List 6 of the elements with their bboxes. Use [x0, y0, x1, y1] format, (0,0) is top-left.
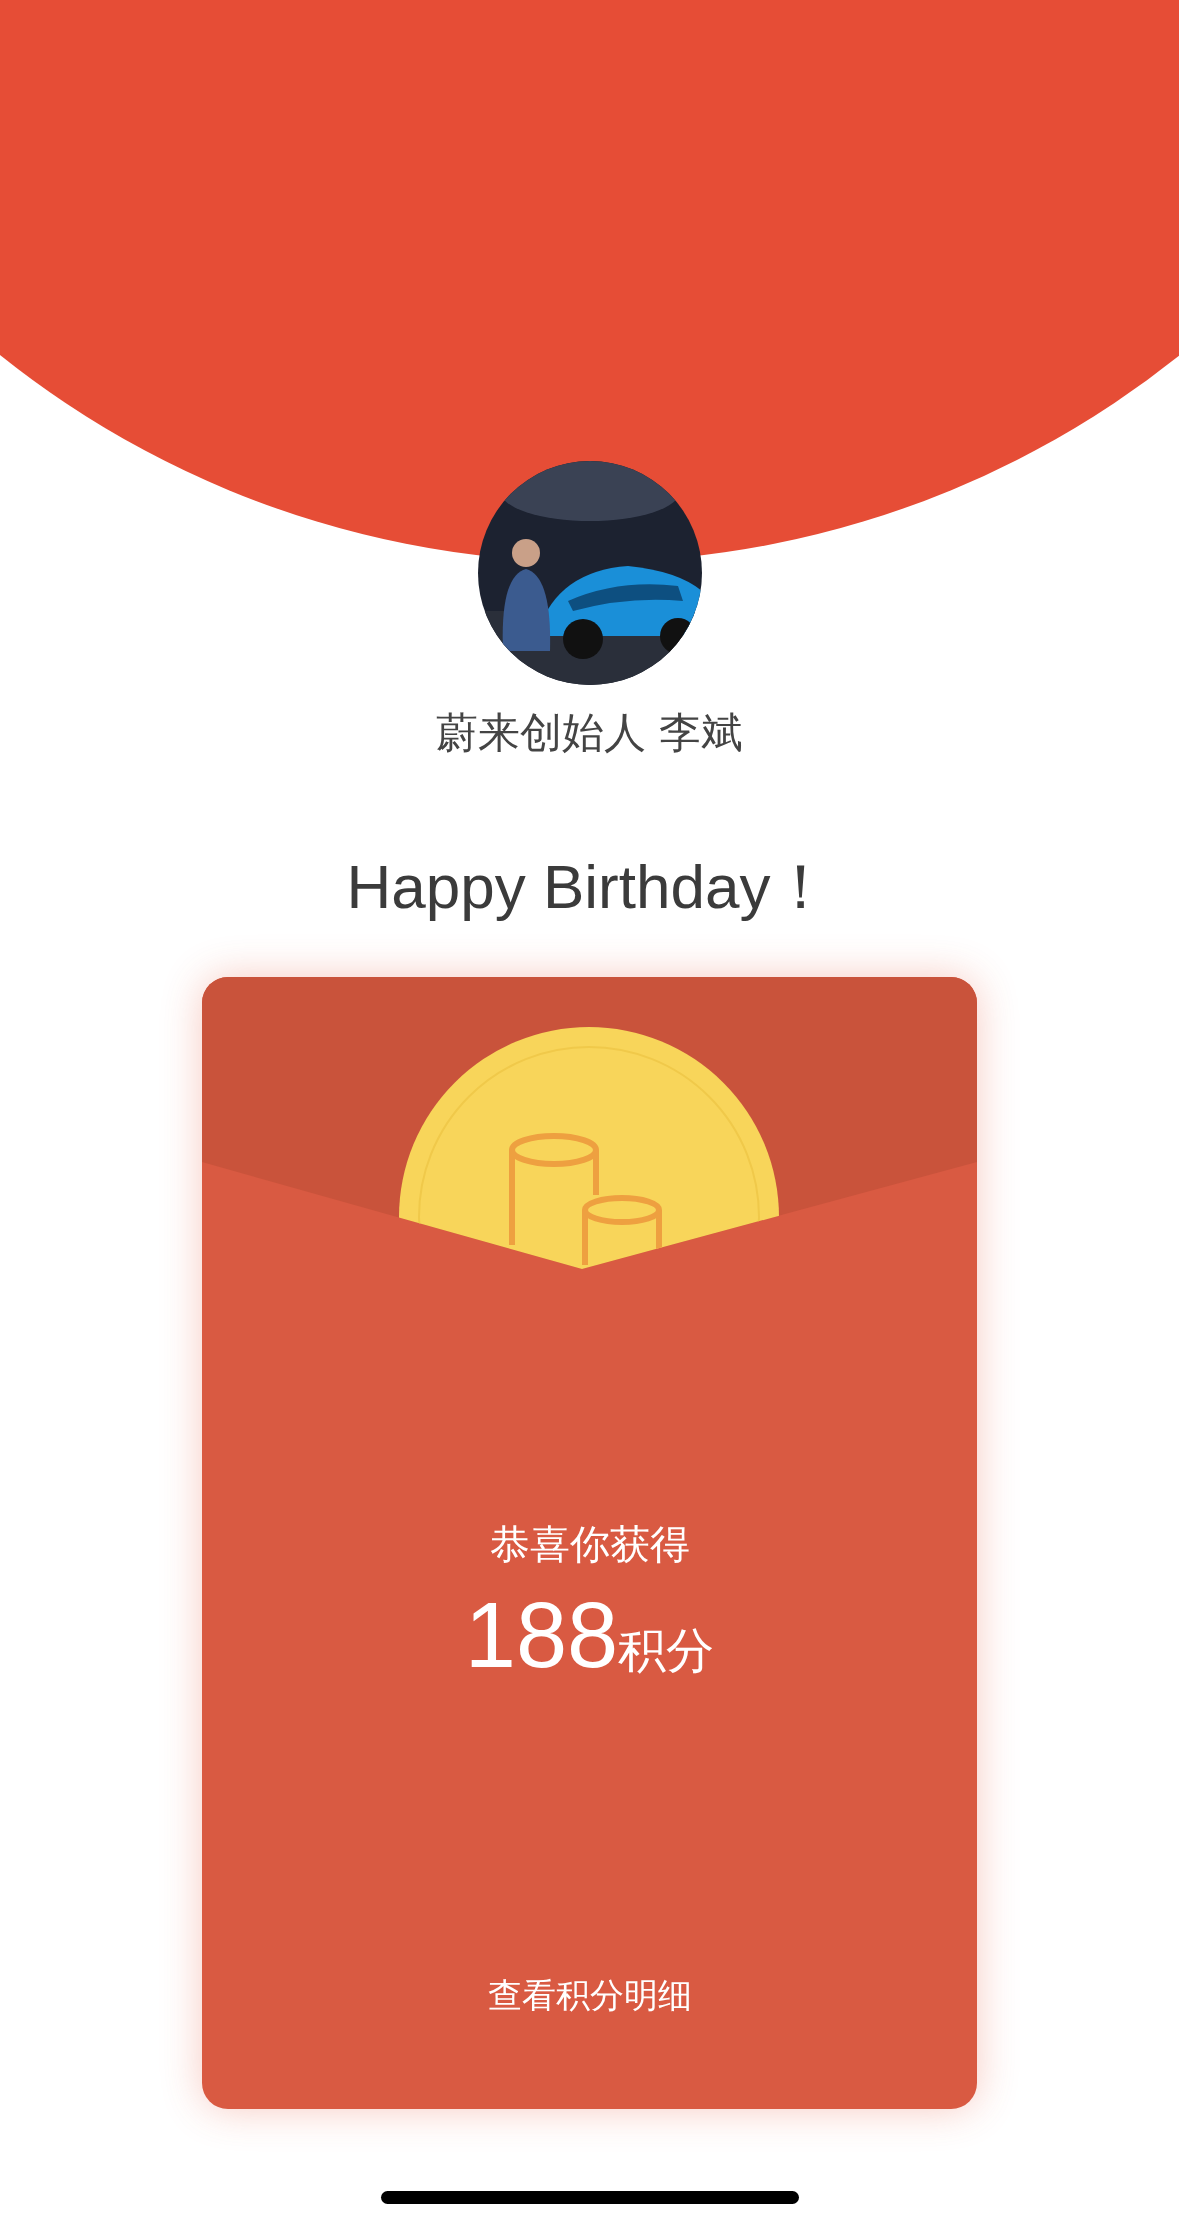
points-amount: 188: [464, 1585, 619, 1685]
points-unit: 积分: [618, 1622, 715, 1680]
congrats-text: 恭喜你获得: [489, 1520, 690, 1569]
greeting-title: Happy Birthday！: [346, 851, 833, 923]
points-detail-link[interactable]: 查看积分明细: [487, 1971, 692, 2019]
sender-name: 蔚来创始人 李斌: [435, 707, 744, 759]
